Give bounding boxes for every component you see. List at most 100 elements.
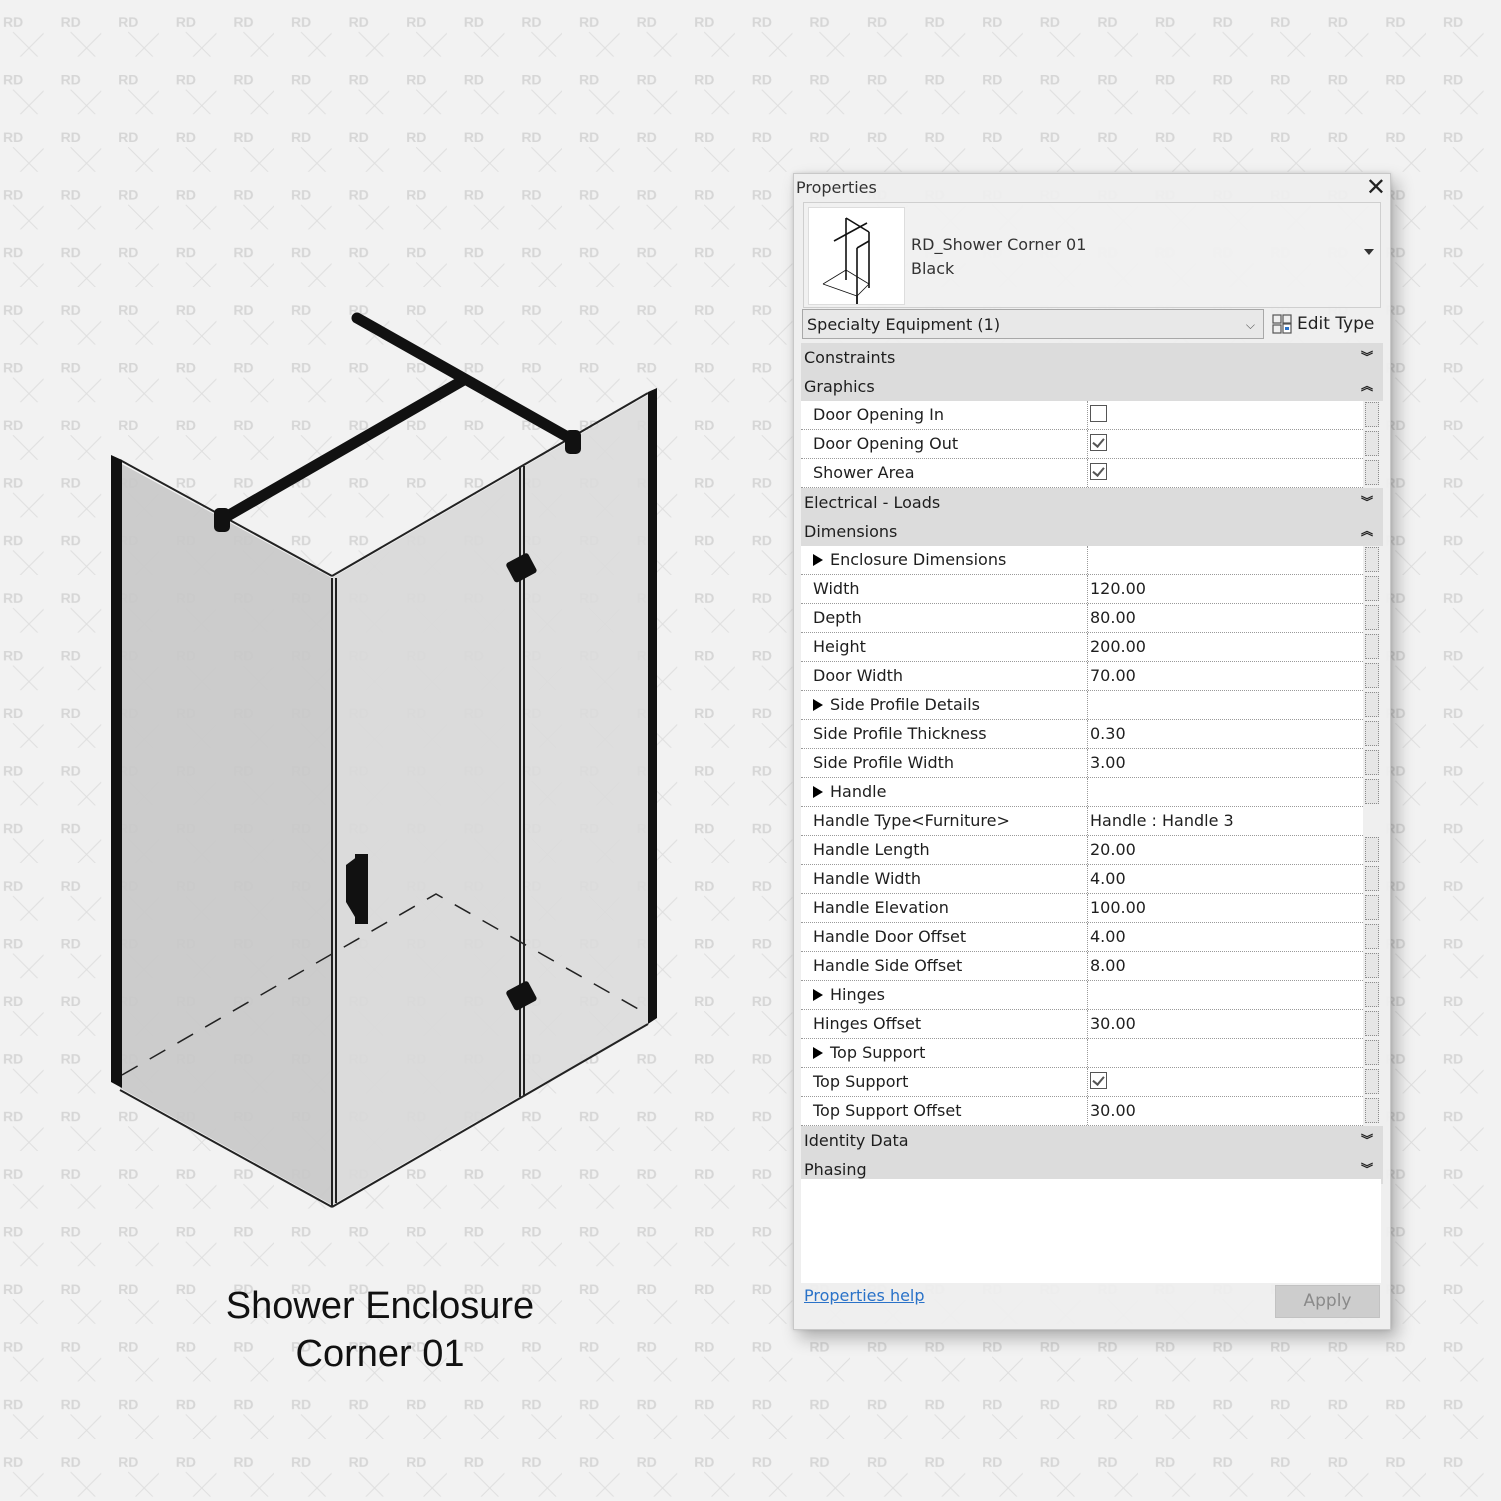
associate-parameter-button[interactable] xyxy=(1365,750,1379,775)
category-filter-select[interactable]: Specialty Equipment (1) ⌵ xyxy=(802,309,1264,339)
associate-parameter-button[interactable] xyxy=(1365,982,1379,1007)
expand-triangle-icon[interactable] xyxy=(813,989,823,1001)
property-value-text: 70.00 xyxy=(1090,666,1136,685)
group-header-identity-data[interactable]: Identity Data ︾ xyxy=(801,1126,1383,1155)
type-name-line2: Black xyxy=(911,259,955,278)
property-value[interactable] xyxy=(1087,459,1364,487)
properties-help-link[interactable]: Properties help xyxy=(804,1286,925,1305)
property-label[interactable]: Side Profile Details xyxy=(813,691,980,719)
associate-parameter-button[interactable] xyxy=(1365,924,1379,949)
door-glass-panel xyxy=(522,395,648,1095)
group-header-constraints[interactable]: Constraints ︾ xyxy=(801,343,1383,372)
associate-parameter-button[interactable] xyxy=(1365,866,1379,891)
property-value[interactable]: Handle : Handle 3 xyxy=(1087,807,1364,835)
associate-parameter-button[interactable] xyxy=(1365,953,1379,978)
property-label-text: Shower Area xyxy=(813,463,915,482)
associate-parameter-button[interactable] xyxy=(1365,895,1379,920)
property-value[interactable] xyxy=(1087,1039,1364,1067)
property-value[interactable]: 0.30 xyxy=(1087,720,1364,748)
associate-parameter-button[interactable] xyxy=(1365,431,1379,456)
checkbox-checked[interactable] xyxy=(1090,434,1107,451)
property-value[interactable] xyxy=(1087,546,1364,574)
associate-parameter-button[interactable] xyxy=(1365,721,1379,746)
associate-parameter-button[interactable] xyxy=(1365,605,1379,630)
left-glass-panel xyxy=(120,463,332,1205)
type-selector[interactable]: RD_Shower Corner 01 Black xyxy=(803,202,1381,308)
left-side-profile xyxy=(111,455,122,1088)
property-value-text: 20.00 xyxy=(1090,840,1136,859)
expand-triangle-icon[interactable] xyxy=(813,554,823,566)
property-label-text: Top Support Offset xyxy=(813,1101,962,1120)
type-dropdown-arrow-icon[interactable] xyxy=(1364,249,1374,255)
property-value[interactable]: 200.00 xyxy=(1087,633,1364,661)
property-label: Handle Door Offset xyxy=(813,923,966,951)
associate-parameter-button[interactable] xyxy=(1365,1098,1379,1123)
property-value[interactable]: 30.00 xyxy=(1087,1010,1364,1038)
edit-type-button[interactable]: Edit Type xyxy=(1272,310,1374,338)
property-value[interactable] xyxy=(1087,401,1364,429)
property-value[interactable]: 20.00 xyxy=(1087,836,1364,864)
property-label-text: Handle Door Offset xyxy=(813,927,967,946)
checkbox-checked[interactable] xyxy=(1090,1072,1107,1089)
property-value[interactable] xyxy=(1087,981,1364,1009)
associate-parameter-button[interactable] xyxy=(1365,1011,1379,1036)
shower-enclosure-illustration xyxy=(111,312,657,1208)
property-value[interactable]: 70.00 xyxy=(1087,662,1364,690)
associate-parameter-button[interactable] xyxy=(1365,1040,1379,1065)
property-label-text: Top Support xyxy=(813,1072,909,1091)
group-header-dimensions[interactable]: Dimensions ︽ xyxy=(801,517,1383,546)
properties-panel: Properties ✕ RD_Shower Corner 01 Black S… xyxy=(793,173,1391,1330)
associate-parameter-button[interactable] xyxy=(1365,663,1379,688)
property-label[interactable]: Top Support xyxy=(813,1039,925,1067)
property-label[interactable]: Hinges xyxy=(813,981,885,1009)
close-button[interactable]: ✕ xyxy=(1366,174,1386,200)
collapse-icon[interactable]: ︽ xyxy=(1361,372,1373,401)
property-label-text: Hinges xyxy=(830,985,885,1004)
associate-parameter-button[interactable] xyxy=(1365,692,1379,717)
property-value[interactable] xyxy=(1087,430,1364,458)
property-value[interactable]: 80.00 xyxy=(1087,604,1364,632)
property-value[interactable]: 8.00 xyxy=(1087,952,1364,980)
checkbox-unchecked[interactable] xyxy=(1090,405,1107,422)
expand-icon[interactable]: ︾ xyxy=(1361,343,1373,372)
expand-triangle-icon[interactable] xyxy=(813,1047,823,1059)
checkbox-checked[interactable] xyxy=(1090,463,1107,480)
associate-parameter-button[interactable] xyxy=(1365,779,1379,804)
apply-button[interactable]: Apply xyxy=(1275,1285,1380,1318)
expand-triangle-icon[interactable] xyxy=(813,786,823,798)
property-value[interactable]: 120.00 xyxy=(1087,575,1364,603)
associate-parameter-button[interactable] xyxy=(1365,547,1379,572)
collapse-icon[interactable]: ︽ xyxy=(1361,517,1373,546)
property-value[interactable]: 30.00 xyxy=(1087,1097,1364,1125)
property-value[interactable] xyxy=(1087,1068,1364,1096)
expand-triangle-icon[interactable] xyxy=(813,699,823,711)
property-value[interactable]: 4.00 xyxy=(1087,923,1364,951)
group-header-graphics[interactable]: Graphics ︽ xyxy=(801,372,1383,401)
right-side-profile xyxy=(648,388,657,1024)
property-row: Handle Length 20.00 xyxy=(801,836,1379,865)
associate-parameter-button[interactable] xyxy=(1365,576,1379,601)
product-title-line1: Shower Enclosure xyxy=(225,1285,535,1327)
property-label-text: Handle Side Offset xyxy=(813,956,963,975)
property-value[interactable]: 4.00 xyxy=(1087,865,1364,893)
expand-icon[interactable]: ︾ xyxy=(1361,1126,1373,1155)
property-value[interactable]: 100.00 xyxy=(1087,894,1364,922)
group-header-electrical-loads[interactable]: Electrical - Loads ︾ xyxy=(801,488,1383,517)
property-value[interactable]: 3.00 xyxy=(1087,749,1364,777)
property-label[interactable]: Handle xyxy=(813,778,886,806)
property-value[interactable] xyxy=(1087,691,1364,719)
type-thumbnail xyxy=(808,207,905,305)
expand-icon[interactable]: ︾ xyxy=(1361,488,1373,517)
associate-parameter-button[interactable] xyxy=(1365,634,1379,659)
property-label: Side Profile Thickness xyxy=(813,720,987,748)
property-label[interactable]: Enclosure Dimensions xyxy=(813,546,1006,574)
associate-parameter-button[interactable] xyxy=(1365,460,1379,485)
associate-parameter-button[interactable] xyxy=(1365,837,1379,862)
property-value[interactable] xyxy=(1087,778,1364,806)
property-row: Door Width 70.00 xyxy=(801,662,1379,691)
associate-parameter-button[interactable] xyxy=(1365,1069,1379,1094)
property-value-text: 30.00 xyxy=(1090,1014,1136,1033)
property-row: Handle Elevation 100.00 xyxy=(801,894,1379,923)
associate-parameter-button[interactable] xyxy=(1365,402,1379,427)
property-subheader: Enclosure Dimensions xyxy=(801,546,1379,575)
